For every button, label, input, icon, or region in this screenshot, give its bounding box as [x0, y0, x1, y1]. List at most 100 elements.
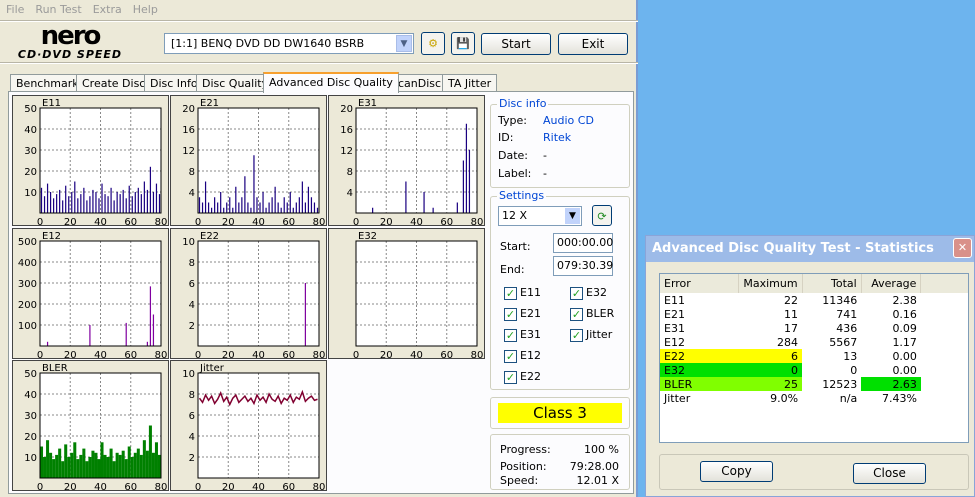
bar — [89, 325, 91, 346]
checkbox-bler[interactable]: ✓ BLER — [570, 307, 614, 321]
menu-help[interactable]: Help — [133, 3, 158, 16]
bar — [122, 189, 124, 213]
y-tick-label: 6 — [189, 279, 195, 290]
bar — [49, 452, 53, 478]
x-tick-label: 0 — [195, 217, 201, 227]
bar — [316, 207, 319, 213]
table-row[interactable]: E32 0 0 0.00 — [660, 363, 968, 377]
refresh-speed-button[interactable]: ⟳ — [592, 205, 612, 226]
bar — [125, 322, 127, 346]
bar — [137, 187, 139, 213]
bar — [59, 189, 61, 213]
x-tick-label: 80 — [155, 482, 168, 492]
bar — [271, 197, 273, 213]
table-row[interactable]: E12 284 5567 1.17 — [660, 335, 968, 349]
bar — [465, 123, 468, 213]
table-row[interactable]: Jitter 9.0% n/a 7.43% — [660, 391, 968, 405]
tab-advanced-disc-quality[interactable]: Advanced Disc Quality — [263, 72, 399, 93]
bar — [80, 194, 82, 213]
checkbox-jitter[interactable]: ✓ Jitter — [570, 328, 612, 342]
column-maximum[interactable]: Maximum — [738, 274, 803, 293]
bar — [113, 200, 115, 213]
table-row[interactable]: E11 22 11346 2.38 — [660, 293, 968, 307]
y-tick-label: 8 — [189, 167, 195, 178]
drive-select[interactable]: [1:1] BENQ DVD DD DW1640 BSRB ▼ — [164, 33, 414, 54]
statistics-dialog: Advanced Disc Quality Test - Statistics … — [645, 235, 975, 497]
chart-title: BLER — [42, 363, 68, 374]
x-tick-label: 0 — [353, 350, 359, 360]
bar — [83, 187, 85, 213]
table-cell: 0 — [738, 363, 803, 377]
x-tick-label: 80 — [313, 350, 326, 360]
chart-e22: E22 2 4 6 8 10 0 20 40 60 80 — [170, 228, 327, 360]
bar — [462, 160, 464, 213]
y-tick-label: 2 — [189, 453, 195, 464]
tab-create-disc[interactable]: Create Disc — [76, 74, 152, 92]
checkbox-e22[interactable]: ✓ E22 — [504, 370, 541, 384]
exit-button[interactable]: Exit — [558, 33, 628, 55]
y-tick-label: 20 — [340, 104, 353, 115]
bar — [139, 454, 143, 478]
bar — [52, 459, 56, 478]
table-row[interactable]: E22 6 13 0.00 — [660, 349, 968, 363]
bar — [226, 202, 228, 213]
checkbox-e21[interactable]: ✓ E21 — [504, 307, 541, 321]
table-cell: 9.0% — [770, 391, 799, 405]
checkbox-e11[interactable]: ✓ E11 — [504, 286, 541, 300]
menu-run-test[interactable]: Run Test — [35, 3, 81, 16]
end-field[interactable]: 079:30.39 — [553, 256, 613, 276]
x-tick-label: 60 — [282, 217, 295, 227]
end-label: End: — [500, 263, 525, 276]
table-cell: 284 — [777, 335, 799, 349]
x-tick-label: 40 — [94, 217, 107, 227]
checkbox-e12[interactable]: ✓ E12 — [504, 349, 541, 363]
y-tick-label: 50 — [24, 104, 37, 115]
close-button[interactable]: Close — [853, 463, 926, 484]
checkbox-e32[interactable]: ✓ E32 — [570, 286, 607, 300]
bar — [97, 459, 101, 478]
bar — [65, 185, 67, 213]
bar — [298, 197, 300, 213]
table-row[interactable]: BLER 25 12523 2.63 — [660, 377, 968, 391]
bar — [62, 200, 64, 213]
checkbox-e31[interactable]: ✓ E31 — [504, 328, 541, 342]
bar — [91, 450, 95, 478]
y-tick-label: 400 — [18, 258, 37, 269]
refresh-drive-button[interactable]: ⚙ — [421, 32, 445, 55]
column-error[interactable]: Error — [660, 274, 740, 293]
table-cell: 0 — [850, 363, 858, 377]
chevron-down-icon[interactable]: ▼ — [396, 35, 412, 52]
table-cell: E21 — [664, 307, 685, 321]
menu-file[interactable]: File — [6, 3, 24, 16]
bar — [79, 454, 83, 478]
menu-extra[interactable]: Extra — [93, 3, 122, 16]
y-tick-label: 6 — [189, 411, 195, 422]
x-tick-label: 40 — [252, 350, 265, 360]
save-icon[interactable]: 💾 — [451, 32, 475, 55]
table-row[interactable]: E31 17 436 0.09 — [660, 321, 968, 335]
close-icon[interactable]: ✕ — [953, 238, 972, 258]
start-field[interactable]: 000:00.00 — [553, 233, 613, 253]
chart-e21: E21 4 8 12 16 20 0 20 40 60 80 — [170, 95, 327, 227]
copy-button[interactable]: Copy — [700, 461, 773, 482]
column-average[interactable]: Average — [861, 274, 922, 293]
position-label: Position: — [500, 460, 547, 473]
y-tick-label: 30 — [24, 411, 37, 422]
column-total[interactable]: Total — [802, 274, 862, 293]
table-cell: E11 — [664, 293, 685, 307]
table-row[interactable]: E21 11 741 0.16 — [660, 307, 968, 321]
tab-disc-info[interactable]: Disc Info — [144, 74, 204, 92]
table-cell: E31 — [664, 321, 685, 335]
bar — [74, 181, 76, 213]
bar — [71, 192, 73, 213]
start-button[interactable]: Start — [481, 33, 551, 55]
table-cell: 7.43% — [881, 391, 917, 405]
x-tick-label: 80 — [313, 482, 326, 492]
speed-select[interactable]: 12 X ▼ — [498, 206, 582, 226]
tab-ta-jitter[interactable]: TA Jitter — [442, 74, 498, 92]
tab-benchmark[interactable]: Benchmark — [10, 74, 85, 92]
bar — [155, 183, 158, 213]
x-tick-label: 0 — [37, 217, 43, 227]
chevron-down-icon[interactable]: ▼ — [565, 208, 580, 224]
bar — [152, 314, 155, 346]
